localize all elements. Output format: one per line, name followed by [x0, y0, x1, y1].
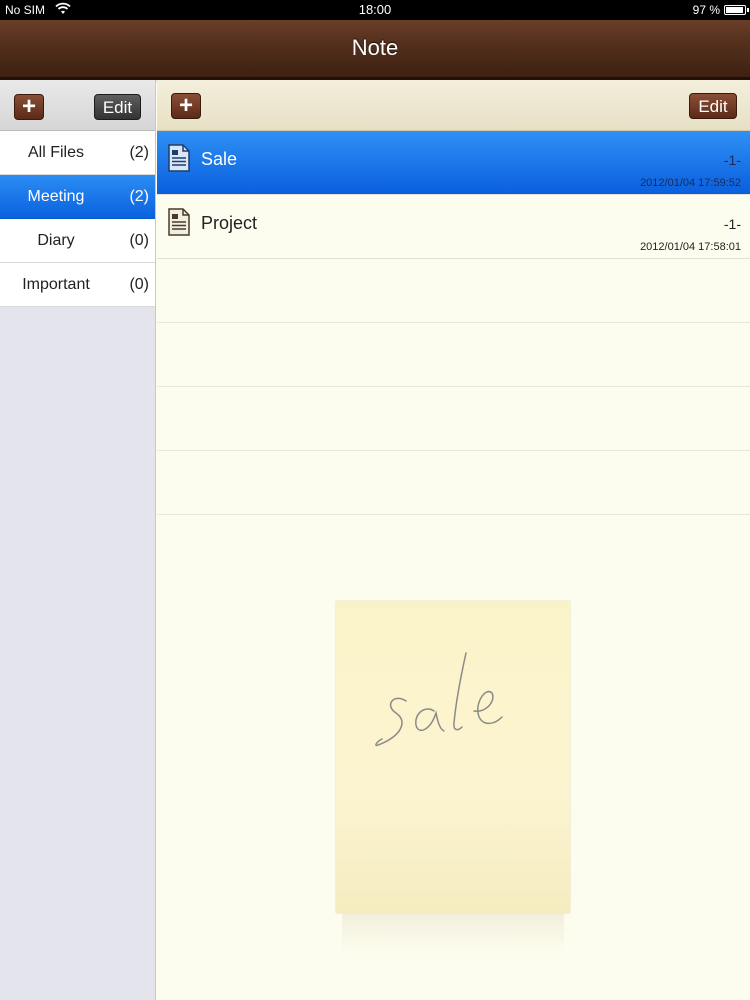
note-page: -1- [723, 152, 741, 168]
folder-count: (0) [129, 276, 149, 293]
folder-count: (0) [129, 232, 149, 249]
battery-fill [726, 7, 744, 13]
folder-label: All Files [27, 144, 84, 161]
handwriting-sketch [375, 652, 503, 747]
battery-percent: 97 % [692, 3, 720, 17]
folder-label: Meeting [27, 188, 85, 205]
folder-count: (2) [129, 188, 149, 205]
folder-label: Important [22, 276, 90, 293]
app-title: Note [351, 35, 399, 60]
sidebar-toolbar: + Edit [0, 80, 155, 131]
folder-item-important[interactable]: Important (0) [0, 263, 155, 307]
empty-row [157, 259, 750, 323]
note-edit-button[interactable]: Edit [689, 93, 737, 119]
folder-list: All Files (2) Meeting (2) Diary (0) Impo… [0, 131, 155, 307]
empty-row [157, 323, 750, 387]
sidebar-edit-button[interactable]: Edit [94, 94, 141, 120]
document-icon [167, 144, 191, 172]
status-bar: No SIM 18:00 97 % [0, 0, 750, 20]
preview-shadow [342, 913, 564, 953]
note-name: Project [201, 213, 258, 233]
empty-row [157, 451, 750, 515]
status-time: 18:00 [358, 2, 392, 17]
empty-row [157, 387, 750, 451]
folder-count: (2) [129, 144, 149, 161]
note-name: Sale [201, 149, 238, 169]
note-row-project[interactable]: Project -1- 2012/01/04 17:58:01 [157, 195, 750, 259]
sidebar: + Edit All Files (2) Meeting (2) Diary (… [0, 80, 156, 1000]
add-note-button[interactable]: + [171, 93, 201, 119]
folder-item-meeting[interactable]: Meeting (2) [0, 175, 155, 219]
folder-item-all-files[interactable]: All Files (2) [0, 131, 155, 175]
note-page: -1- [723, 216, 741, 232]
note-date: 2012/01/04 17:59:52 [640, 177, 741, 189]
note-date: 2012/01/04 17:58:01 [640, 241, 741, 253]
note-preview-thumbnail[interactable] [336, 601, 570, 913]
document-icon [167, 208, 191, 236]
folder-item-diary[interactable]: Diary (0) [0, 219, 155, 263]
folder-label: Diary [37, 232, 75, 249]
note-panel: + Edit Sale -1- 2012/01/04 17:59:52 Proj… [157, 80, 750, 1000]
note-row-sale[interactable]: Sale -1- 2012/01/04 17:59:52 [157, 131, 750, 195]
add-folder-button[interactable]: + [14, 94, 44, 120]
battery-icon [724, 5, 749, 15]
title-bar: Note [0, 20, 750, 83]
note-toolbar: + Edit [157, 80, 750, 131]
